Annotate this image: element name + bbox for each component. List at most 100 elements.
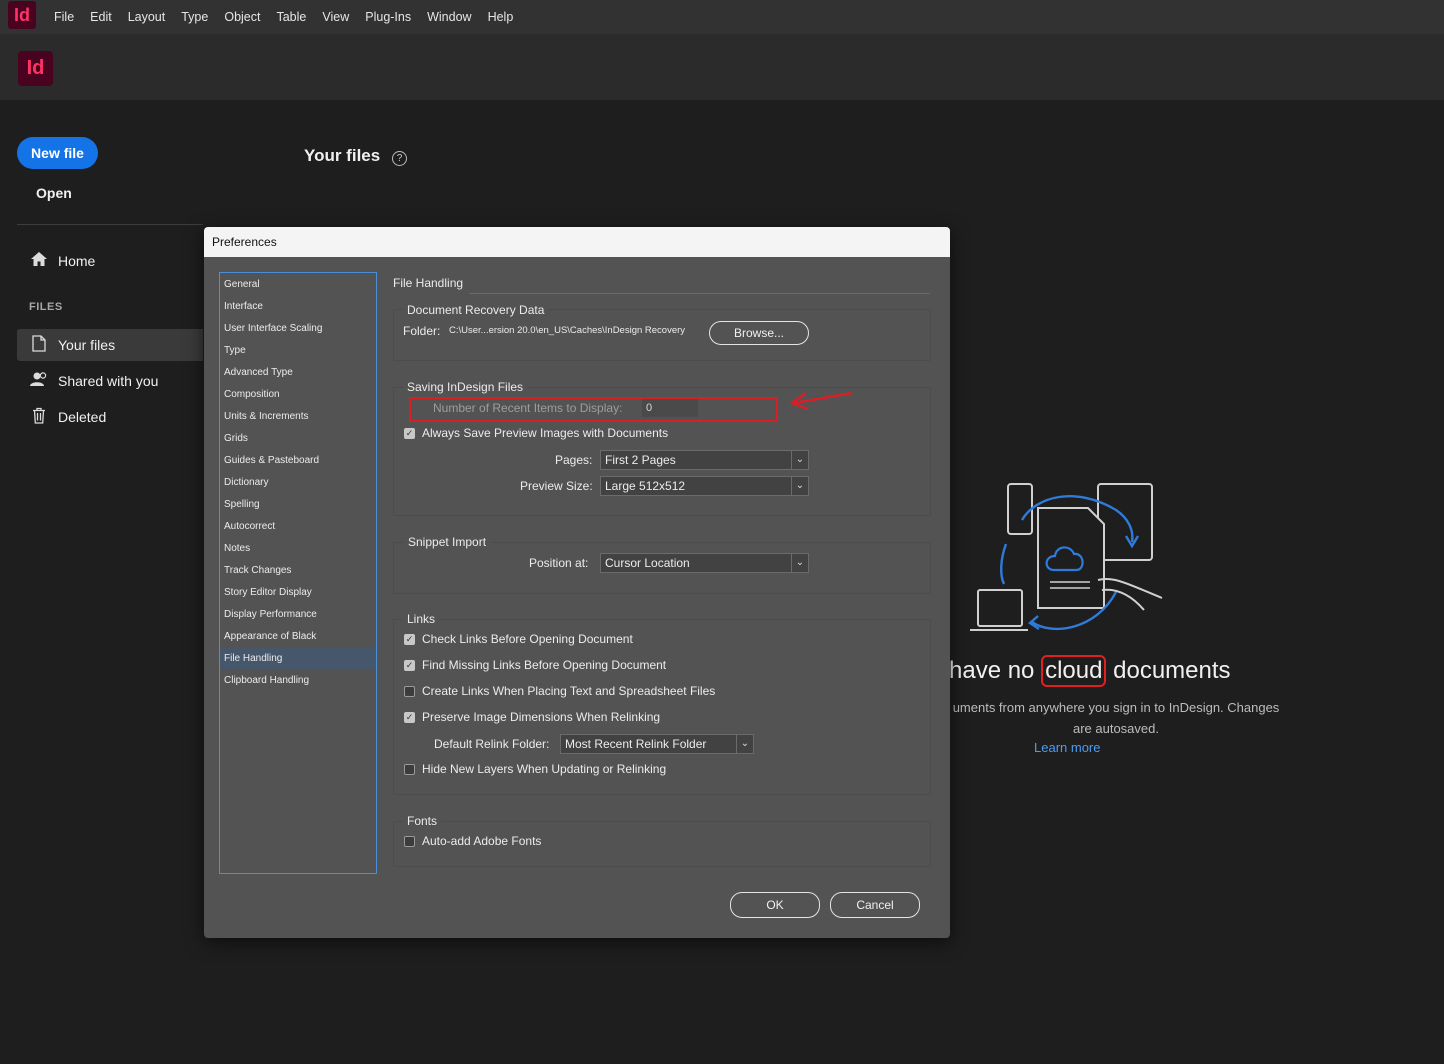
menu-bar: Id File Edit Layout Type Object Table Vi… — [0, 0, 1444, 34]
category-spelling[interactable]: Spelling — [220, 494, 376, 516]
empty-title-circled-word: cloud — [1041, 655, 1107, 687]
category-units-increments[interactable]: Units & Increments — [220, 406, 376, 428]
indesign-logo-icon[interactable]: Id — [8, 1, 36, 29]
page-title: Your files — [304, 146, 381, 165]
home-icon — [29, 251, 49, 271]
hide-layers-label: Hide New Layers When Updating or Relinki… — [422, 762, 667, 776]
chevron-down-icon: ⌄ — [791, 554, 808, 572]
pages-label: Pages: — [555, 453, 593, 467]
sidebar-item-home[interactable]: Home — [17, 245, 203, 277]
new-file-button[interactable]: New file — [17, 137, 98, 169]
preview-size-select[interactable]: Large 512x512 ⌄ — [600, 476, 809, 496]
category-advanced-type[interactable]: Advanced Type — [220, 362, 376, 384]
relink-folder-label: Default Relink Folder: — [434, 737, 550, 751]
cloud-devices-illustration-icon — [970, 483, 1163, 631]
chevron-down-icon: ⌄ — [791, 477, 808, 495]
section-title: File Handling — [393, 276, 464, 290]
chevron-down-icon: ⌄ — [736, 735, 753, 753]
pages-select[interactable]: First 2 Pages ⌄ — [600, 450, 809, 470]
menu-help[interactable]: Help — [480, 10, 522, 24]
menu-type[interactable]: Type — [173, 10, 216, 24]
chevron-down-icon: ⌄ — [791, 451, 808, 469]
help-icon[interactable]: ? — [392, 151, 407, 166]
preview-images-label: Always Save Preview Images with Document… — [422, 426, 669, 440]
menu-window[interactable]: Window — [419, 10, 479, 24]
category-dictionary[interactable]: Dictionary — [220, 472, 376, 494]
category-display-performance[interactable]: Display Performance — [220, 604, 376, 626]
hide-layers-checkbox[interactable] — [404, 764, 415, 775]
sidebar-item-your-files[interactable]: Your files — [17, 329, 203, 361]
browse-button[interactable]: Browse... — [709, 321, 809, 345]
position-select-value: Cursor Location — [605, 556, 690, 570]
pages-select-value: First 2 Pages — [605, 453, 676, 467]
category-autocorrect[interactable]: Autocorrect — [220, 516, 376, 538]
menu-object[interactable]: Object — [216, 10, 268, 24]
folder-path: C:\User...ersion 20.0\en_US\Caches\InDes… — [449, 325, 686, 336]
preserve-dimensions-checkbox[interactable]: ✓ — [404, 712, 415, 723]
menu-plug-ins[interactable]: Plug-Ins — [357, 10, 419, 24]
menu-file[interactable]: File — [46, 10, 82, 24]
trash-icon — [29, 407, 49, 428]
check-links-checkbox[interactable]: ✓ — [404, 634, 415, 645]
recent-items-label: Number of Recent Items to Display: — [433, 401, 623, 415]
menu-table[interactable]: Table — [268, 10, 314, 24]
position-select[interactable]: Cursor Location ⌄ — [600, 553, 809, 573]
links-group-label: Links — [403, 612, 440, 626]
category-type[interactable]: Type — [220, 340, 376, 362]
files-section-label: FILES — [29, 301, 63, 313]
category-interface[interactable]: Interface — [220, 296, 376, 318]
fonts-group-label: Fonts — [403, 814, 442, 828]
saving-group-label: Saving InDesign Files — [403, 380, 528, 394]
dialog-titlebar[interactable]: Preferences — [204, 227, 950, 257]
category-appearance-of-black[interactable]: Appearance of Black — [220, 626, 376, 648]
menu-items: File Edit Layout Type Object Table View … — [46, 0, 521, 34]
find-missing-checkbox[interactable]: ✓ — [404, 660, 415, 671]
learn-more-link[interactable]: Learn more — [1034, 740, 1100, 755]
indesign-logo-icon: Id — [18, 51, 53, 86]
snippet-group-label: Snippet Import — [404, 535, 491, 549]
create-links-checkbox[interactable] — [404, 686, 415, 697]
auto-add-fonts-checkbox[interactable] — [404, 836, 415, 847]
preview-images-checkbox[interactable]: ✓ — [404, 428, 415, 439]
position-label: Position at: — [529, 556, 589, 570]
relink-folder-select[interactable]: Most Recent Relink Folder ⌄ — [560, 734, 754, 754]
category-story-editor-display[interactable]: Story Editor Display — [220, 582, 376, 604]
category-track-changes[interactable]: Track Changes — [220, 560, 376, 582]
file-icon — [29, 334, 49, 356]
category-notes[interactable]: Notes — [220, 538, 376, 560]
sidebar-item-label: Your files — [58, 337, 116, 353]
menu-view[interactable]: View — [314, 10, 357, 24]
menu-layout[interactable]: Layout — [120, 10, 174, 24]
category-composition[interactable]: Composition — [220, 384, 376, 406]
open-button[interactable]: Open — [36, 185, 72, 201]
folder-label: Folder: — [403, 324, 441, 338]
menu-edit[interactable]: Edit — [82, 10, 120, 24]
category-file-handling[interactable]: File Handling — [220, 648, 376, 670]
category-clipboard-handling[interactable]: Clipboard Handling — [220, 670, 376, 692]
create-links-label: Create Links When Placing Text and Sprea… — [422, 684, 716, 698]
check-links-label: Check Links Before Opening Document — [422, 632, 633, 646]
auto-add-fonts-label: Auto-add Adobe Fonts — [422, 834, 542, 848]
sidebar-item-shared[interactable]: Shared with you — [17, 365, 203, 397]
category-ui-scaling[interactable]: User Interface Scaling — [220, 318, 376, 340]
dialog-title: Preferences — [212, 235, 277, 249]
empty-state-description: uments from anywhere you sign in to InDe… — [952, 700, 1280, 736]
sidebar-item-label: Home — [58, 253, 96, 269]
sidebar-item-deleted[interactable]: Deleted — [17, 401, 203, 433]
find-missing-label: Find Missing Links Before Opening Docume… — [422, 658, 667, 672]
nav-divider — [17, 224, 203, 225]
category-general[interactable]: General — [220, 274, 376, 296]
cancel-button[interactable]: Cancel — [830, 892, 920, 918]
empty-state-title: have no cloud documents — [949, 655, 1231, 687]
sidebar-item-label: Deleted — [58, 409, 107, 425]
ok-button[interactable]: OK — [730, 892, 820, 918]
users-icon — [29, 371, 49, 391]
section-divider — [469, 293, 930, 294]
recovery-group-label: Document Recovery Data — [403, 303, 549, 317]
preview-size-label: Preview Size: — [520, 479, 593, 493]
category-guides-pasteboard[interactable]: Guides & Pasteboard — [220, 450, 376, 472]
app-header: Id — [0, 34, 1444, 100]
recent-items-input[interactable]: 0 — [642, 399, 698, 417]
category-grids[interactable]: Grids — [220, 428, 376, 450]
empty-title-text-after: documents — [1106, 657, 1231, 684]
